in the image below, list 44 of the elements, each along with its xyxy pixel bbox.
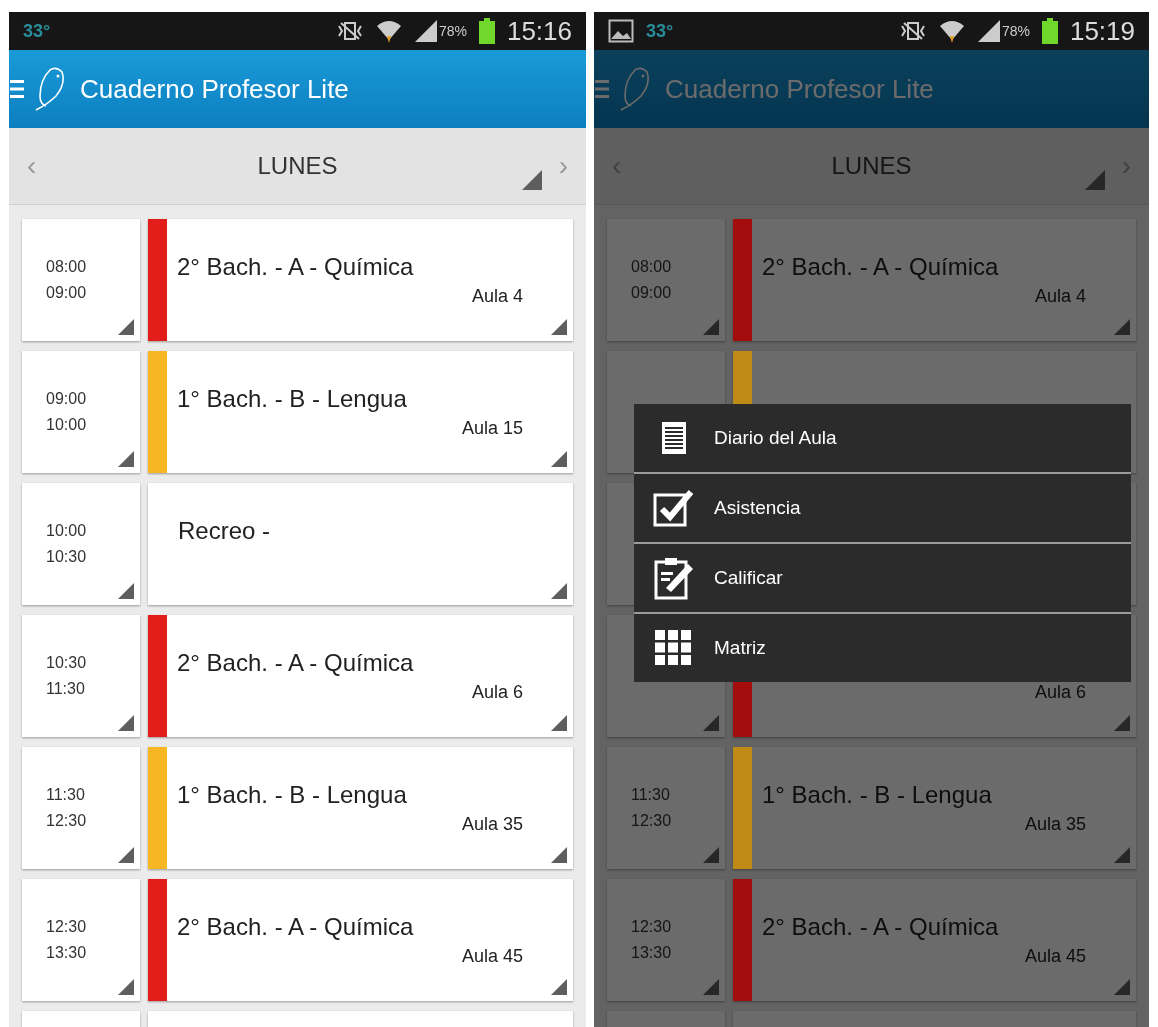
start-time: 10:30: [46, 653, 88, 673]
class-title: 2° Bach. - A - Química: [762, 252, 1000, 282]
class-title: 2° Bach. - A - Química: [177, 648, 415, 678]
room-label: Aula 4: [1034, 285, 1086, 308]
end-time: 12:30: [46, 811, 88, 831]
start-time: 11:30: [46, 785, 86, 805]
class-title: 2° Bach. - A - Química: [177, 252, 415, 282]
room-label: Aula 45: [461, 945, 523, 968]
battery-percent: 78%: [1001, 22, 1030, 41]
room-label: Aula 6: [471, 681, 523, 704]
start-time: 11:30: [631, 785, 671, 805]
end-time: 13:30: [46, 943, 88, 963]
room-label: Aula 35: [1024, 813, 1086, 836]
room-label: Aula 15: [461, 417, 523, 440]
class-title: 1° Bach. - B - Lengua: [177, 780, 408, 810]
class-title: 1° Bach. - B - Lengua: [177, 384, 408, 414]
clock-text: 15:16: [506, 14, 572, 48]
clock-text: 15:19: [1069, 14, 1135, 48]
end-time: 10:30: [46, 547, 88, 567]
temperature-text: 33°: [23, 19, 51, 43]
start-time: 09:00: [46, 389, 88, 409]
class-title: 1° Bach. - B - Lengua: [762, 780, 993, 810]
room-label: Aula 45: [1024, 945, 1086, 968]
class-title: 2° Bach. - A - Química: [762, 912, 1000, 942]
battery-percent: 78%: [438, 22, 467, 41]
start-time: 10:00: [46, 521, 88, 541]
class-title: 2° Bach. - A - Química: [177, 912, 415, 942]
end-time: 12:30: [631, 811, 673, 831]
end-time: 13:30: [631, 943, 673, 963]
end-time: 09:00: [631, 283, 673, 303]
end-time: 10:00: [46, 415, 88, 435]
start-time: 08:00: [46, 257, 88, 277]
start-time: 08:00: [631, 257, 673, 277]
temperature-text: 33°: [646, 19, 674, 43]
room-label: Aula 35: [461, 813, 523, 836]
end-time: 09:00: [46, 283, 88, 303]
app-title: Cuaderno Profesor Lite: [665, 72, 934, 106]
start-time: 12:30: [46, 917, 88, 937]
app-title: Cuaderno Profesor Lite: [80, 72, 349, 106]
room-label: Aula 6: [1034, 681, 1086, 704]
room-label: Aula 4: [471, 285, 523, 308]
start-time: 12:30: [631, 917, 673, 937]
class-title: Recreo -: [177, 516, 272, 546]
end-time: 11:30: [46, 679, 86, 699]
